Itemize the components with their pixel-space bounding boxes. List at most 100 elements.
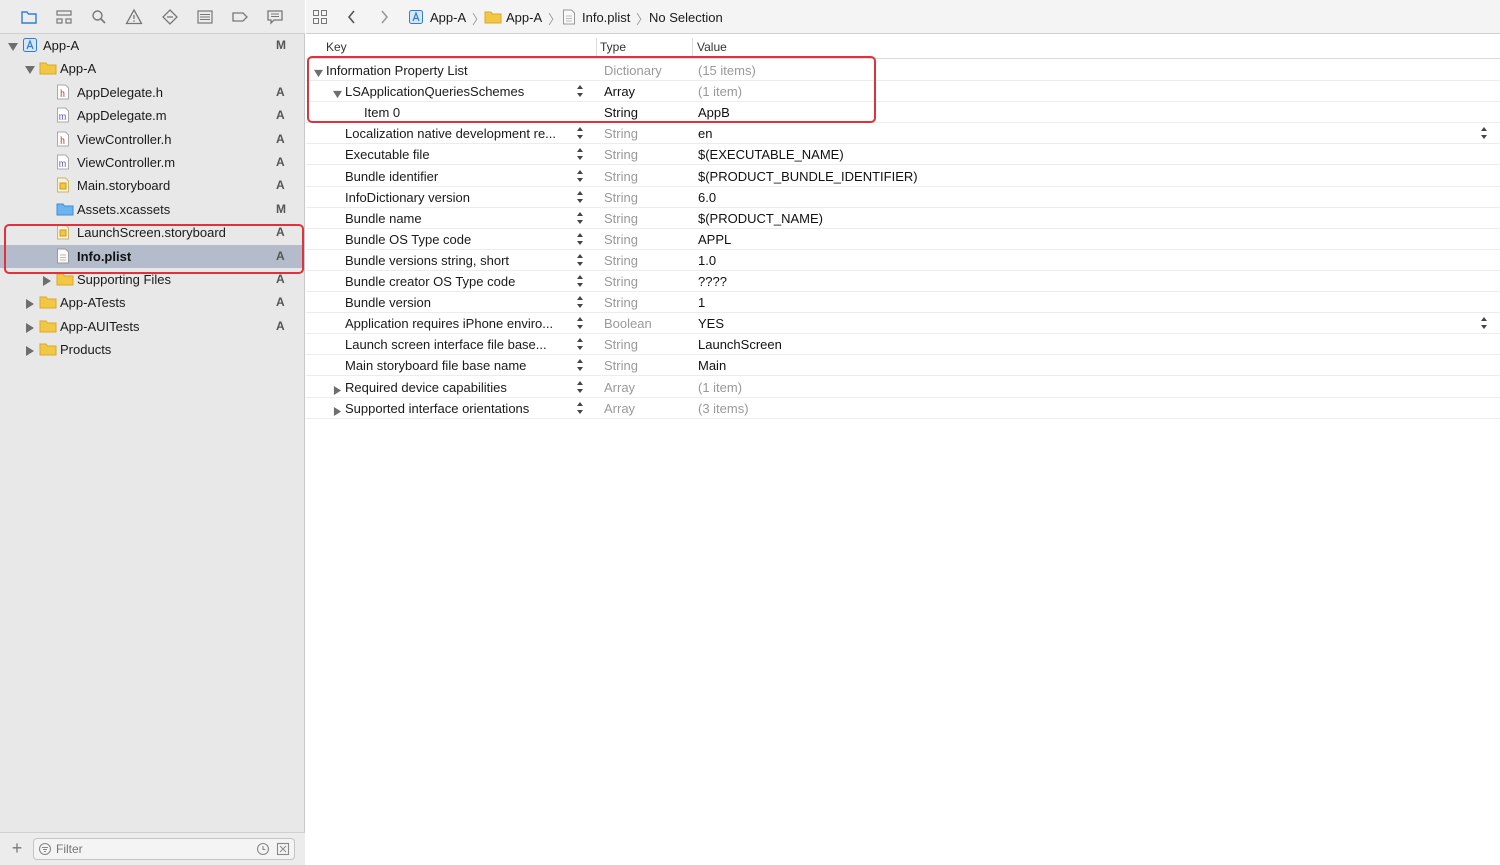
plist-value[interactable]: (1 item) (698, 84, 742, 99)
column-value[interactable]: Value (697, 40, 727, 54)
plist-row[interactable]: Bundle identifier String $(PRODUCT_BUNDLE_… (306, 166, 1500, 187)
warning-icon[interactable] (123, 7, 145, 27)
folder-icon[interactable] (18, 7, 40, 27)
jumpbar-crumb-group[interactable]: App-A (484, 8, 542, 26)
key-popup-stepper-icon[interactable] (576, 232, 584, 246)
plist-key[interactable]: Bundle versions string, short (345, 253, 509, 268)
plist-value[interactable]: AppB (698, 105, 730, 120)
plist-type[interactable]: String (604, 211, 638, 226)
debug-icon[interactable] (194, 7, 216, 27)
key-popup-stepper-icon[interactable] (576, 169, 584, 183)
disclosure-closed-icon[interactable] (25, 344, 35, 357)
search-icon[interactable] (88, 7, 110, 27)
plist-row[interactable]: Supported interface orientations Array (3 … (306, 398, 1500, 419)
key-popup-stepper-icon[interactable] (576, 126, 584, 140)
column-divider[interactable] (596, 38, 597, 56)
plist-key[interactable]: Main storyboard file base name (345, 358, 526, 373)
related-items-icon[interactable] (312, 8, 328, 26)
tree-item[interactable]: App-A M (0, 34, 304, 57)
tree-item[interactable]: LaunchScreen.storyboard A (0, 221, 304, 244)
plist-key[interactable]: Bundle version (345, 295, 431, 310)
plist-value[interactable]: $(PRODUCT_BUNDLE_IDENTIFIER) (698, 169, 918, 184)
plist-value[interactable]: $(EXECUTABLE_NAME) (698, 147, 844, 162)
plist-row[interactable]: Launch screen interface file base... Stri… (306, 334, 1500, 356)
plist-row[interactable]: Executable file String $(EXECUTABLE_NAME) (306, 144, 1500, 166)
jumpbar-crumb-file[interactable]: Info.plist (562, 8, 630, 26)
key-popup-stepper-icon[interactable] (576, 84, 584, 98)
key-popup-stepper-icon[interactable] (576, 211, 584, 225)
tree-item[interactable]: Assets.xcassets M (0, 198, 304, 221)
key-popup-stepper-icon[interactable] (576, 380, 584, 394)
plist-key[interactable]: Application requires iPhone enviro... (345, 316, 553, 331)
plist-value[interactable]: YES (698, 316, 724, 331)
plist-type[interactable]: String (604, 126, 638, 141)
plist-type[interactable]: Dictionary (604, 63, 662, 78)
plist-type[interactable]: String (604, 295, 638, 310)
breakpoint-icon[interactable] (229, 7, 251, 27)
plist-type[interactable]: Array (604, 401, 635, 416)
report-icon[interactable] (264, 7, 286, 27)
disclosure-closed-icon[interactable] (333, 404, 342, 416)
key-popup-stepper-icon[interactable] (576, 253, 584, 267)
plist-row[interactable]: Application requires iPhone enviro... Boo… (306, 313, 1500, 335)
key-popup-stepper-icon[interactable] (576, 190, 584, 204)
disclosure-closed-icon[interactable] (25, 297, 35, 310)
tree-item[interactable]: m ViewController.m A (0, 151, 304, 174)
key-popup-stepper-icon[interactable] (576, 316, 584, 330)
disclosure-open-icon[interactable] (8, 40, 18, 51)
key-popup-stepper-icon[interactable] (576, 337, 584, 351)
plist-key[interactable]: InfoDictionary version (345, 190, 470, 205)
plist-type[interactable]: String (604, 232, 638, 247)
plist-row[interactable]: Localization native development re... Str… (306, 123, 1500, 145)
plist-row[interactable]: Information Property List Dictionary (15 i… (306, 60, 1500, 81)
plist-key[interactable]: Localization native development re... (345, 126, 556, 141)
plist-key[interactable]: LSApplicationQueriesSchemes (345, 84, 524, 99)
plist-key[interactable]: Required device capabilities (345, 380, 507, 395)
tree-item[interactable]: App-ATests A (0, 291, 304, 314)
plist-type[interactable]: Boolean (604, 316, 652, 331)
plist-key[interactable]: Bundle identifier (345, 169, 438, 184)
plist-value[interactable]: 1 (698, 295, 705, 310)
recent-files-icon[interactable] (256, 842, 270, 856)
hierarchy-icon[interactable] (53, 7, 75, 27)
tree-item[interactable]: App-A (0, 57, 304, 80)
key-popup-stepper-icon[interactable] (576, 401, 584, 415)
plist-key[interactable]: Item 0 (364, 105, 400, 120)
plist-value[interactable]: (15 items) (698, 63, 756, 78)
value-popup-stepper-icon[interactable] (1480, 316, 1488, 330)
test-icon[interactable] (159, 7, 181, 27)
column-divider[interactable] (692, 38, 693, 56)
key-popup-stepper-icon[interactable] (576, 295, 584, 309)
plist-type[interactable]: String (604, 358, 638, 373)
source-control-filter-icon[interactable] (276, 842, 290, 856)
jumpbar-crumb-selection[interactable]: No Selection (649, 8, 723, 26)
plist-type[interactable]: Array (604, 84, 635, 99)
key-popup-stepper-icon[interactable] (576, 147, 584, 161)
plist-row[interactable]: Item 0 String AppB (306, 102, 1500, 124)
plist-type[interactable]: String (604, 169, 638, 184)
tree-item[interactable]: App-AUITests A (0, 315, 304, 338)
plist-value[interactable]: en (698, 126, 712, 141)
tree-item[interactable]: Products (0, 338, 304, 361)
disclosure-open-icon[interactable] (25, 63, 35, 75)
plist-value[interactable]: $(PRODUCT_NAME) (698, 211, 823, 226)
plist-type[interactable]: Array (604, 380, 635, 395)
plist-type[interactable]: String (604, 253, 638, 268)
tree-item[interactable]: Supporting Files A (0, 268, 304, 291)
plist-type[interactable]: String (604, 190, 638, 205)
plist-row[interactable]: LSApplicationQueriesSchemes Array (1 item) (306, 81, 1500, 103)
plist-row[interactable]: Bundle creator OS Type code String???? (306, 271, 1500, 292)
plist-row[interactable]: Bundle OS Type code String APPL (306, 229, 1500, 250)
plist-value[interactable]: ???? (698, 274, 727, 289)
disclosure-closed-icon[interactable] (25, 321, 35, 333)
plist-key[interactable]: Bundle name (345, 211, 422, 226)
back-button[interactable] (346, 8, 358, 26)
plist-row[interactable]: InfoDictionary version String 6.0 (306, 187, 1500, 208)
plist-value[interactable]: (3 items) (698, 401, 749, 416)
plist-row[interactable]: Bundle version String 1 (306, 292, 1500, 314)
plist-type[interactable]: String (604, 274, 638, 289)
plist-value[interactable]: (1 item) (698, 380, 742, 395)
plist-value[interactable]: LaunchScreen (698, 337, 782, 352)
tree-item[interactable]: Info.plist A (0, 244, 304, 268)
tree-item[interactable]: h AppDelegate.h A (0, 81, 304, 104)
